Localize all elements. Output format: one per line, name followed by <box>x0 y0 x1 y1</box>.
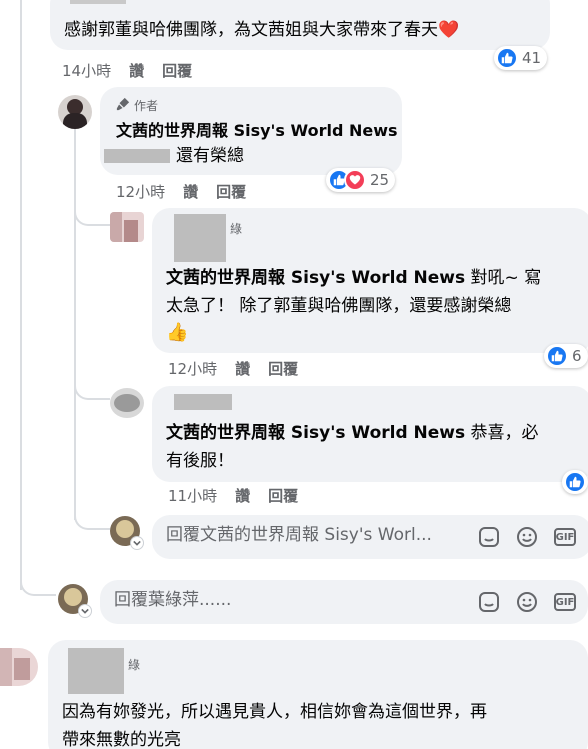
reply-input-box: GIF <box>152 515 588 559</box>
thumbs-up-emoji: 👍 <box>166 322 189 343</box>
reply-bubble: 綠 文茜的世界周報 Sisy's World News 對吼~ 寫 太急了！ 除… <box>152 208 588 353</box>
heart-icon: ❤️ <box>438 20 460 40</box>
reaction-count: 6 <box>572 347 582 365</box>
reply-text: 還有榮總 <box>176 146 244 166</box>
comment-bubble: 綠 因為有妳發光，所以遇見貴人，相信妳會為這個世界，再 帶來無數的光亮 <box>48 640 588 749</box>
like-button[interactable]: 讚 <box>183 183 198 201</box>
chevron-down-icon[interactable] <box>130 536 144 550</box>
reply-button[interactable]: 回覆 <box>268 487 298 505</box>
blurred-author-name <box>68 648 124 694</box>
reaction-summary[interactable]: 25 <box>326 168 396 192</box>
reply-text-row: 還有榮總 <box>104 142 244 170</box>
reaction-summary[interactable]: 41 <box>494 46 548 70</box>
avatar[interactable] <box>0 648 38 686</box>
reply-text-line1: 文茜的世界周報 Sisy's World News 恭喜，必 <box>166 419 539 447</box>
like-icon <box>496 47 518 69</box>
blurred-author-name <box>70 0 126 4</box>
reply-text-line1: 文茜的世界周報 Sisy's World News 對吼~ 寫 <box>166 264 541 292</box>
microphone-icon <box>116 97 130 114</box>
mention-link[interactable]: 文茜的世界周報 Sisy's World News <box>166 423 465 443</box>
thread-connector-reply-input-2 <box>20 560 56 596</box>
avatar[interactable] <box>58 95 92 129</box>
thread-connector-reply-input-1 <box>74 500 110 530</box>
author-badge: 作者 <box>116 97 158 114</box>
reply-text: 對吼~ 寫 <box>465 268 542 288</box>
like-icon <box>546 345 568 367</box>
reply-meta: 11小時讚回覆 <box>168 485 316 506</box>
gif-icon[interactable]: GIF <box>554 593 576 611</box>
chevron-down-icon[interactable] <box>78 604 92 618</box>
blurred-author-name <box>174 394 232 410</box>
reply-input-box: GIF <box>100 580 588 624</box>
like-button[interactable]: 讚 <box>129 62 144 80</box>
reply-text: 恭喜，必 <box>465 423 539 443</box>
reaction-count: 41 <box>522 49 542 67</box>
reply-input[interactable] <box>114 590 414 610</box>
comment-time[interactable]: 14小時 <box>62 62 111 80</box>
comment-text-line2: 帶來無數的光亮 <box>62 730 181 749</box>
thread-connector-reply2 <box>74 196 110 226</box>
reply-input[interactable] <box>166 525 466 545</box>
sticker-icon[interactable] <box>478 591 500 613</box>
avatar[interactable] <box>110 388 144 418</box>
blurred-mention <box>104 149 170 163</box>
reply-bubble: 文茜的世界周報 Sisy's World News 恭喜，必 有後服！ <box>152 386 588 482</box>
reply-time[interactable]: 12小時 <box>168 360 217 378</box>
reply-time[interactable]: 11小時 <box>168 487 217 505</box>
thread-line-reply1 <box>74 128 76 520</box>
reply-bubble-author: 作者 文茜的世界周報 Sisy's World News 還有榮總 <box>100 87 402 175</box>
comment-author-name[interactable]: 文茜的世界周報 Sisy's World News <box>116 117 398 145</box>
reply-time[interactable]: 12小時 <box>116 183 165 201</box>
comment-text: 感謝郭董與哈佛團隊，為文茜姐與大家帶來了春天 <box>64 20 438 40</box>
like-button[interactable]: 讚 <box>235 487 250 505</box>
love-icon <box>344 169 366 191</box>
avatar[interactable] <box>110 212 144 242</box>
gif-icon[interactable]: GIF <box>554 528 576 546</box>
mention-link[interactable]: 文茜的世界周報 Sisy's World News <box>166 268 465 288</box>
sticker-icon[interactable] <box>478 526 500 548</box>
thread-connector-reply3 <box>74 370 110 400</box>
reply-button[interactable]: 回覆 <box>162 62 192 80</box>
thread-line-main <box>20 0 22 590</box>
reply-meta: 12小時讚回覆 <box>168 358 316 379</box>
author-name-suffix: 綠 <box>230 222 243 236</box>
comment-meta: 14小時讚回覆 <box>62 60 210 81</box>
comment-text-row: 感謝郭董與哈佛團隊，為文茜姐與大家帶來了春天❤️ <box>64 16 459 44</box>
emoji-icon[interactable] <box>516 526 538 548</box>
reply-text-line2: 有後服！ <box>166 451 234 471</box>
blurred-author-name <box>174 214 226 262</box>
emoji-icon[interactable] <box>516 591 538 613</box>
author-name-suffix: 綠 <box>128 658 141 672</box>
reply-meta: 12小時讚回覆 <box>116 181 264 202</box>
reaction-count: 25 <box>370 171 390 189</box>
reply-button[interactable]: 回覆 <box>216 183 246 201</box>
reply-text-line2: 太急了！ 除了郭董與哈佛團隊，還要感謝榮總 <box>166 296 512 316</box>
author-tag-label: 作者 <box>134 99 159 113</box>
comment-bubble: 感謝郭董與哈佛團隊，為文茜姐與大家帶來了春天❤️ <box>50 0 550 50</box>
reaction-summary[interactable]: 6 <box>544 344 588 368</box>
like-icon <box>564 471 586 493</box>
reply-button[interactable]: 回覆 <box>268 360 298 378</box>
like-button[interactable]: 讚 <box>235 360 250 378</box>
reaction-summary[interactable] <box>562 470 588 494</box>
comment-text-line1: 因為有妳發光，所以遇見貴人，相信妳會為這個世界，再 <box>62 702 487 722</box>
